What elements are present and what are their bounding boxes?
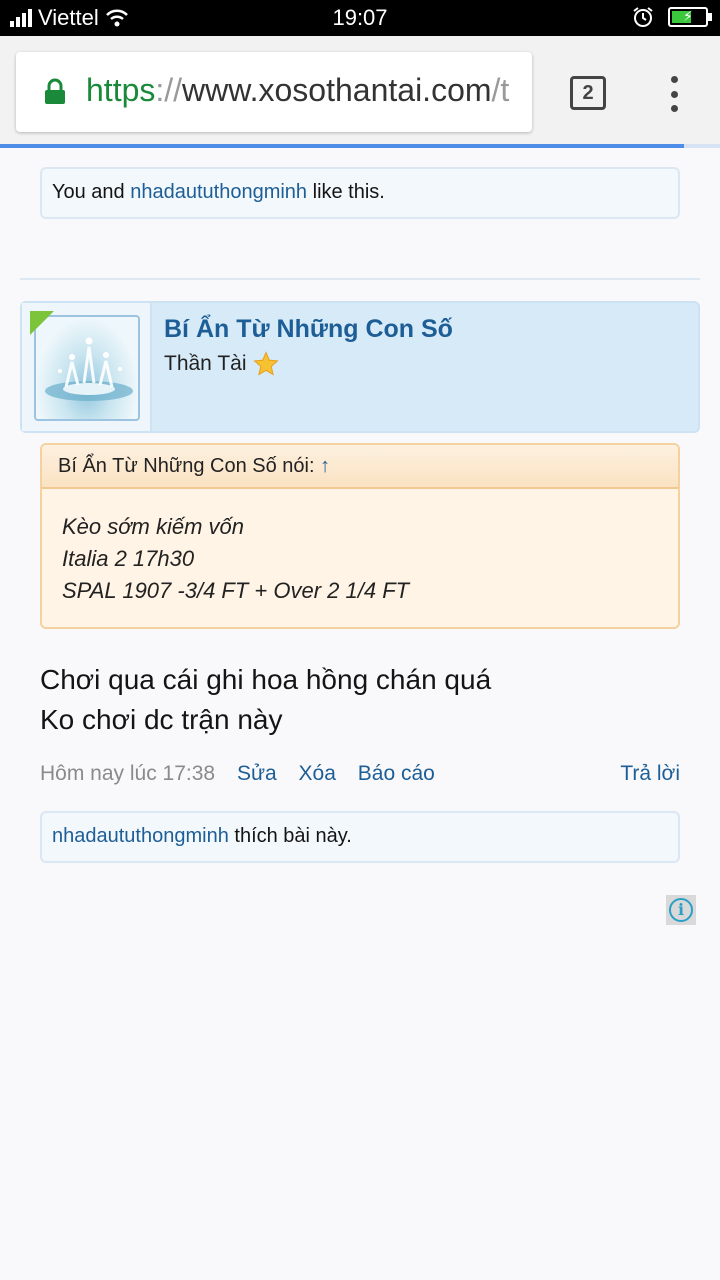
browser-toolbar: https://www.xosothantai.com/t 2	[0, 36, 720, 148]
post-divider	[20, 278, 700, 280]
post-author-panel: Bí Ẩn Từ Những Con Số Thần Tài	[20, 301, 700, 433]
url-bar[interactable]: https://www.xosothantai.com/t	[16, 52, 532, 132]
online-indicator-icon	[30, 311, 54, 335]
alarm-icon	[633, 7, 653, 27]
post-date[interactable]: Hôm nay lúc 17:38	[40, 762, 215, 785]
liker-link[interactable]: nhadaututhongminh	[130, 181, 307, 203]
user-title: Thần Tài	[164, 351, 279, 377]
lock-icon	[45, 78, 65, 104]
report-link[interactable]: Báo cáo	[358, 762, 435, 785]
quote-header: Bí Ẩn Từ Những Con Số nói: ↑	[42, 445, 678, 489]
quote-block: Bí Ẩn Từ Những Con Số nói: ↑ Kèo sớm kiế…	[40, 443, 680, 629]
battery-icon: ⚡	[668, 7, 712, 27]
quote-jump-link[interactable]: ↑	[320, 455, 330, 477]
liker-link[interactable]: nhadaututhongminh	[52, 825, 229, 847]
status-bar: Viettel 19:07 ⚡	[0, 0, 720, 36]
page-load-progress	[0, 144, 720, 148]
delete-link[interactable]: Xóa	[299, 762, 336, 785]
post-likes: nhadaututhongminh thích bài này.	[40, 811, 680, 863]
tab-switcher-button[interactable]: 2	[570, 76, 606, 110]
url-text[interactable]: https://www.xosothantai.com/t	[86, 72, 526, 109]
star-icon	[252, 351, 279, 376]
overflow-menu-button[interactable]	[664, 76, 684, 112]
quote-content: Kèo sớm kiếm vốn Italia 2 17h30 SPAL 190…	[62, 514, 410, 603]
reply-link[interactable]: Trả lời	[620, 762, 680, 786]
edit-link[interactable]: Sửa	[237, 762, 277, 785]
clock: 19:07	[332, 5, 388, 30]
ad-info-icon[interactable]: i	[666, 895, 696, 925]
post-message: Chơi qua cái ghi hoa hồng chán quá Ko ch…	[40, 664, 492, 735]
likes-summary: You and nhadaututhongminh like this.	[40, 167, 680, 219]
post-author-name[interactable]: Bí Ẩn Từ Những Con Số	[164, 315, 453, 344]
post-meta: Hôm nay lúc 17:38 Sửa Xóa Báo cáo Trả lờ…	[40, 762, 680, 786]
